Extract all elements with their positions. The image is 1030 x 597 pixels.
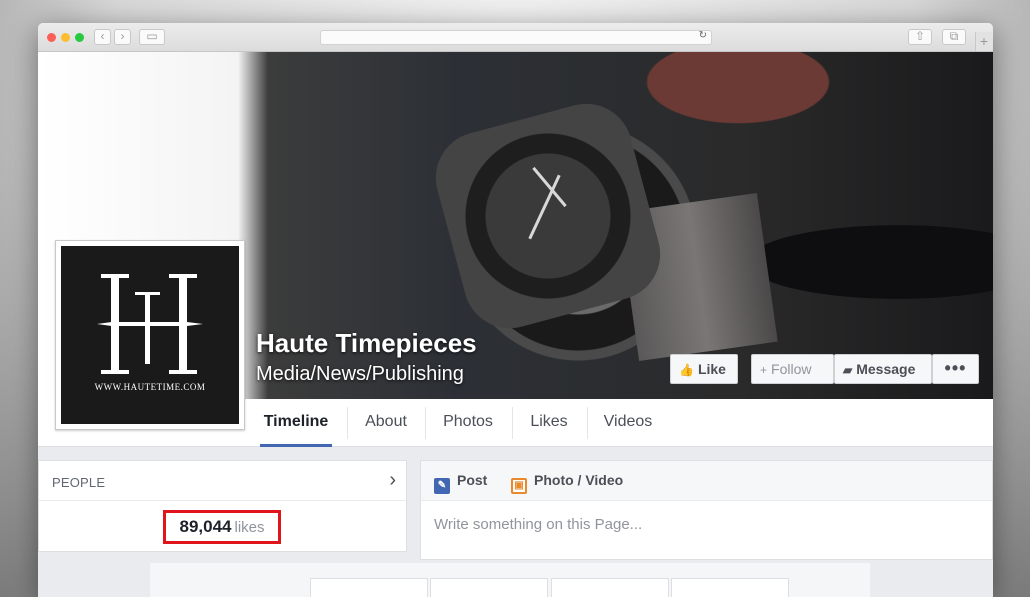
reload-icon[interactable]: ↻ — [699, 30, 707, 41]
follow-button[interactable]: + Follow — [751, 354, 834, 384]
tab-divider — [425, 407, 426, 439]
feed-thumbnail[interactable] — [310, 578, 428, 597]
likes-highlight: 89,044 likes — [163, 510, 281, 544]
post-composer: ✎ Post ▣ Photo / Video Write something on … — [420, 460, 993, 560]
feed-thumbnail[interactable] — [430, 578, 548, 597]
chevron-left-icon[interactable]: ‹ — [94, 29, 111, 45]
composer-tabs: ✎ Post ▣ Photo / Video — [421, 461, 992, 501]
feed-thumbnail[interactable] — [671, 578, 789, 597]
new-tab-button[interactable]: + — [975, 32, 992, 51]
message-button[interactable]: ▰ Message — [834, 354, 932, 384]
plus-icon: + — [760, 363, 768, 377]
page-category[interactable]: Media/News/Publishing — [256, 363, 464, 386]
like-button[interactable]: 👍 Like — [670, 354, 738, 384]
close-window-button[interactable] — [47, 33, 56, 42]
follow-label: Follow — [771, 361, 812, 377]
post-label: Post — [457, 472, 488, 488]
tab-about[interactable]: About — [356, 399, 416, 447]
tab-timeline[interactable]: Timeline — [260, 399, 332, 447]
feed-thumbnail[interactable] — [551, 578, 669, 597]
likes-label: likes — [234, 519, 265, 536]
tab-divider — [587, 407, 588, 439]
tab-divider — [347, 407, 348, 439]
browser-window: ‹ › ▭ ↻ ⇧ ⧉ + Haute Timepieces Media/New… — [38, 23, 993, 597]
tab-photos[interactable]: Photos — [434, 399, 502, 447]
maximize-window-button[interactable] — [75, 33, 84, 42]
composer-input[interactable]: Write something on this Page... — [434, 516, 642, 533]
page-title[interactable]: Haute Timepieces — [256, 328, 477, 359]
tab-divider — [512, 407, 513, 439]
like-label: Like — [697, 361, 726, 377]
chevron-right-icon[interactable]: › — [389, 469, 396, 492]
logo-url-text: WWW.HAUTETIME.COM — [94, 382, 206, 392]
pencil-icon: ✎ — [434, 478, 450, 494]
photo-video-tab[interactable]: ▣ Photo / Video — [511, 472, 623, 494]
minimize-window-button[interactable] — [61, 33, 70, 42]
sidebar-icon[interactable]: ▭ — [139, 29, 165, 45]
logo-image: WWW.HAUTETIME.COM — [61, 246, 239, 424]
photo-video-label: Photo / Video — [534, 472, 624, 488]
more-options-button[interactable]: ••• — [932, 354, 979, 384]
tabs-icon[interactable]: ⧉ — [942, 29, 966, 45]
thumbs-up-icon: 👍 — [679, 363, 694, 377]
likes-count: 89,044 — [179, 517, 232, 536]
post-tab[interactable]: ✎ Post — [434, 472, 487, 494]
more-icon: ••• — [944, 358, 967, 378]
people-card: PEOPLE › 89,044 likes — [38, 460, 407, 552]
people-header[interactable]: PEOPLE › — [39, 461, 406, 501]
message-label: Message — [856, 361, 916, 377]
tab-likes[interactable]: Likes — [522, 399, 576, 447]
people-title: PEOPLE — [52, 475, 106, 490]
share-icon[interactable]: ⇧ — [908, 29, 932, 45]
hautetime-logo — [97, 274, 203, 374]
photo-icon: ▣ — [511, 478, 527, 494]
speech-bubble-icon: ▰ — [843, 363, 853, 377]
browser-titlebar: ‹ › ▭ ↻ ⇧ ⧉ + — [38, 23, 993, 52]
chevron-right-icon[interactable]: › — [114, 29, 131, 45]
profile-picture[interactable]: WWW.HAUTETIME.COM — [55, 240, 245, 430]
tab-videos[interactable]: Videos — [596, 399, 660, 447]
address-bar[interactable]: ↻ — [320, 30, 712, 45]
